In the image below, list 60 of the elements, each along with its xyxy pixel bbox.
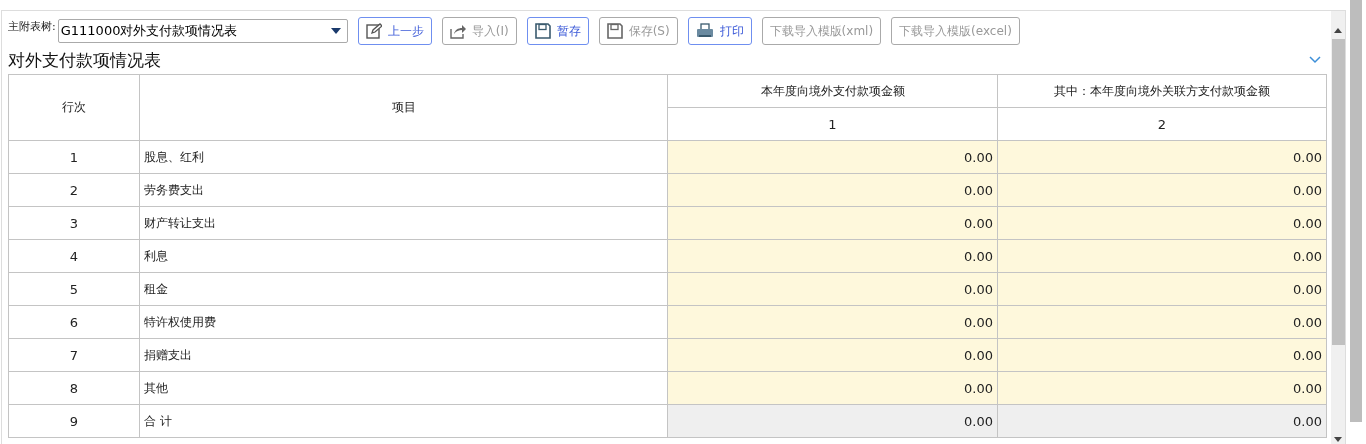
amount-cell[interactable]: 0.00 bbox=[667, 140, 998, 174]
edit-icon bbox=[365, 23, 382, 39]
table-cell: 4 bbox=[8, 239, 140, 273]
amount-cell[interactable]: 0.00 bbox=[997, 272, 1327, 306]
save-icon bbox=[606, 23, 623, 39]
page-scrollbar[interactable] bbox=[1350, 0, 1362, 422]
column-number: 2 bbox=[997, 107, 1327, 141]
table-cell: 股息、红利 bbox=[139, 140, 668, 174]
save-icon bbox=[534, 23, 551, 39]
share-icon bbox=[449, 23, 466, 39]
table-cell: 利息 bbox=[139, 239, 668, 273]
amount-cell: 0.00 bbox=[667, 404, 998, 438]
amount-cell[interactable]: 0.00 bbox=[667, 206, 998, 240]
selector-label: 主附表树: bbox=[8, 18, 56, 34]
amount-cell[interactable]: 0.00 bbox=[667, 305, 998, 339]
scroll-down-icon[interactable] bbox=[1334, 437, 1342, 442]
toolbar-button[interactable]: 上一步 bbox=[357, 17, 432, 45]
column-header: 其中：本年度向境外关联方支付款项金额 bbox=[997, 74, 1327, 108]
amount-cell[interactable]: 0.00 bbox=[997, 305, 1327, 339]
scrollbar[interactable] bbox=[1331, 11, 1345, 444]
table-cell: 3 bbox=[8, 206, 140, 240]
column-number: 1 bbox=[667, 107, 998, 141]
amount-cell[interactable]: 0.00 bbox=[997, 206, 1327, 240]
toolbar-button[interactable]: 打印 bbox=[687, 17, 752, 45]
amount-cell: 0.00 bbox=[997, 404, 1327, 438]
amount-cell[interactable]: 0.00 bbox=[667, 239, 998, 273]
amount-cell[interactable]: 0.00 bbox=[997, 173, 1327, 207]
form-select[interactable]: G111000对外支付款项情况表 bbox=[57, 19, 348, 43]
table-cell: 财产转让支出 bbox=[139, 206, 668, 240]
table-cell: 合 计 bbox=[139, 404, 668, 438]
table-cell: 5 bbox=[8, 272, 140, 306]
column-header: 行次 bbox=[8, 74, 140, 141]
amount-cell[interactable]: 0.00 bbox=[997, 140, 1327, 174]
amount-cell[interactable]: 0.00 bbox=[997, 338, 1327, 372]
table-cell: 劳务费支出 bbox=[139, 173, 668, 207]
amount-cell[interactable]: 0.00 bbox=[997, 371, 1327, 405]
amount-cell[interactable]: 0.00 bbox=[997, 239, 1327, 273]
table-cell: 7 bbox=[8, 338, 140, 372]
table-cell: 其他 bbox=[139, 371, 668, 405]
scrollbar-thumb[interactable] bbox=[1331, 39, 1345, 345]
table-cell: 2 bbox=[8, 173, 140, 207]
column-header: 本年度向境外支付款项金额 bbox=[667, 74, 998, 108]
table-cell: 特许权使用费 bbox=[139, 305, 668, 339]
table-cell: 9 bbox=[8, 404, 140, 438]
table-cell: 6 bbox=[8, 305, 140, 339]
table-cell: 8 bbox=[8, 371, 140, 405]
printer-icon bbox=[695, 23, 714, 39]
caret-icon bbox=[330, 28, 341, 34]
amount-cell[interactable]: 0.00 bbox=[667, 371, 998, 405]
table-cell: 捐赠支出 bbox=[139, 338, 668, 372]
amount-cell[interactable]: 0.00 bbox=[667, 272, 998, 306]
form-title: 对外支付款项情况表 bbox=[8, 48, 161, 72]
toolbar-button[interactable]: 暂存 bbox=[526, 17, 589, 45]
scroll-up-icon[interactable] bbox=[1334, 28, 1342, 33]
table-cell: 1 bbox=[8, 140, 140, 174]
chevron-down-icon[interactable] bbox=[1309, 56, 1321, 64]
amount-cell[interactable]: 0.00 bbox=[667, 173, 998, 207]
amount-cell[interactable]: 0.00 bbox=[667, 338, 998, 372]
column-header: 项目 bbox=[139, 74, 668, 141]
table-cell: 租金 bbox=[139, 272, 668, 306]
